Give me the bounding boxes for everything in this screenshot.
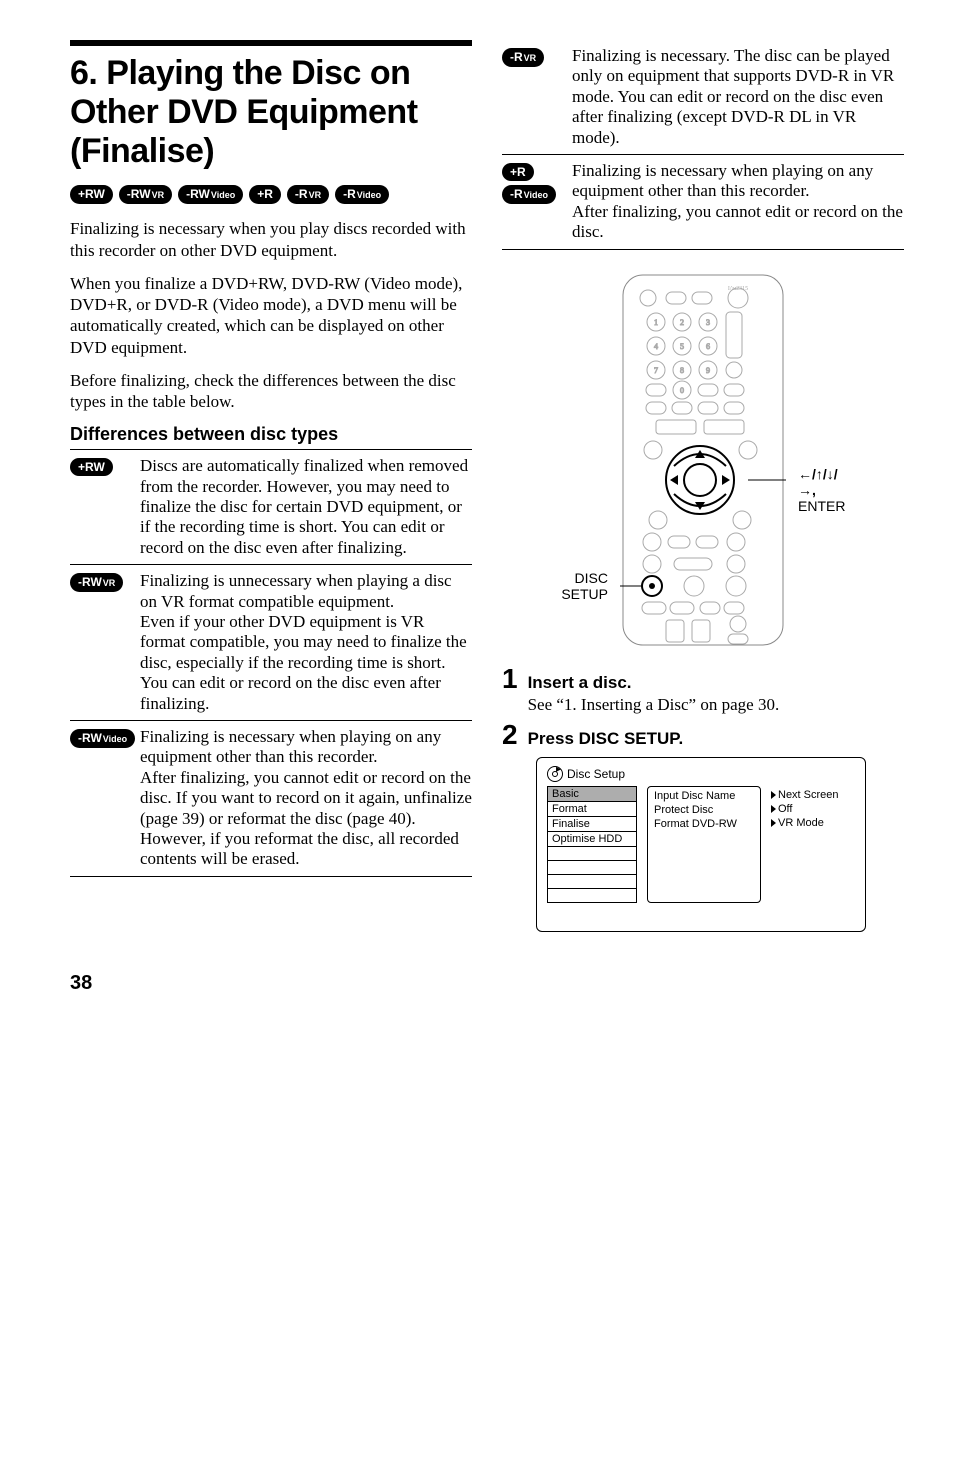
screenshot-mid-options: Input Disc Name Protect Disc Format DVD-… [647,786,761,903]
step-text: See “1. Inserting a Disc” on page 30. [528,695,904,715]
badge-minus-rvideo: -RVideo [502,185,556,204]
page-number: 38 [70,972,904,995]
table-row: -RWVideo Finalizing is necessary when pl… [70,720,472,876]
svg-text:4: 4 [654,342,658,351]
differences-heading: Differences between disc types [70,424,472,445]
table-row: +R -RVideo Finalizing is necessary when … [502,154,904,249]
step-title: Press DISC SETUP. [528,729,904,749]
remote-illustration: I/\u2315 1 2 3 4 5 6 7 8 9 [502,270,904,655]
step-2: 2 Press DISC SETUP. [502,721,904,751]
opt-format-rw: Format DVD-RW [654,817,754,831]
svg-text:0: 0 [680,386,684,395]
step-title: Insert a disc. [528,673,904,693]
menu-format: Format [547,801,637,816]
badge-plus-rw: +RW [70,185,113,204]
opt-input-name: Input Disc Name [654,789,754,803]
diff-text: Discs are automatically finalized when r… [140,456,472,558]
badge-plus-rw: +RW [70,458,113,476]
section-title: 6. Playing the Disc on Other DVD Equipme… [70,54,472,171]
table-row: -RVR Finalizing is necessary. The disc c… [502,40,904,154]
differences-table: +RW Discs are automatically finalized wh… [70,449,472,876]
intro-paragraph-1: Finalizing is necessary when you play di… [70,218,472,261]
diff-text: Finalizing is unnecessary when playing a… [140,571,472,714]
opt-protect: Protect Disc [654,803,754,817]
menu-optimise: Optimise HDD [547,831,637,847]
diff-text: Finalizing is necessary when playing on … [572,161,904,243]
intro-paragraph-2: When you finalize a DVD+RW, DVD-RW (Vide… [70,273,472,358]
val-vr-mode: VR Mode [771,816,855,830]
screenshot-left-menu: Basic Format Finalise Optimise HDD [547,786,637,903]
screenshot-right-values: Next Screen Off VR Mode [771,786,855,903]
badge-minus-rwvideo: -RWVideo [70,729,135,748]
svg-text:7: 7 [654,366,658,375]
menu-finalise: Finalise [547,816,637,831]
section-rule [70,40,472,46]
table-row: +RW Discs are automatically finalized wh… [70,450,472,564]
remote-svg: I/\u2315 1 2 3 4 5 6 7 8 9 [618,270,788,650]
badge-minus-rvr: -RVR [502,48,544,67]
badge-minus-rvideo: -RVideo [335,185,389,204]
svg-text:5: 5 [680,342,684,351]
remote-label-arrows: ←/↑/↓/→, ENTER [798,466,845,514]
svg-text:8: 8 [680,366,684,375]
remote-label-disc-setup: DISC SETUP [561,570,608,602]
badge-minus-rwvideo: -RWVideo [178,185,243,204]
table-row: -RWVR Finalizing is unnecessary when pla… [70,564,472,720]
badge-minus-rwvr: -RWVR [70,573,123,592]
screenshot-title-row: ▸ Disc Setup [547,766,855,782]
svg-text:3: 3 [706,318,710,327]
disc-setup-screenshot: ▸ Disc Setup Basic Format Finalise Optim… [536,757,866,932]
svg-text:9: 9 [706,366,710,375]
menu-basic: Basic [547,786,637,801]
svg-text:6: 6 [706,342,710,351]
step-number: 1 [502,665,518,693]
screenshot-title: Disc Setup [567,767,625,781]
badge-minus-rvr: -RVR [287,185,329,204]
badge-plus-r: +R [249,185,281,204]
intro-paragraph-3: Before finalizing, check the differences… [70,370,472,413]
disc-icon: ▸ [547,766,563,782]
svg-text:1: 1 [654,318,658,327]
right-differences-table: -RVR Finalizing is necessary. The disc c… [502,40,904,250]
svg-text:I/\u2315: I/\u2315 [728,286,748,292]
diff-text: Finalizing is necessary when playing on … [140,727,472,870]
format-badges-row: +RW -RWVR -RWVideo +R -RVR -RVideo [70,185,472,204]
badge-plus-r: +R [502,163,534,181]
val-next-screen: Next Screen [771,788,855,802]
step-number: 2 [502,721,518,749]
badge-minus-rwvr: -RWVR [119,185,172,204]
svg-text:2: 2 [680,318,684,327]
val-off: Off [771,802,855,816]
diff-text: Finalizing is necessary. The disc can be… [572,46,904,148]
step-1: 1 Insert a disc. See “1. Inserting a Dis… [502,665,904,715]
